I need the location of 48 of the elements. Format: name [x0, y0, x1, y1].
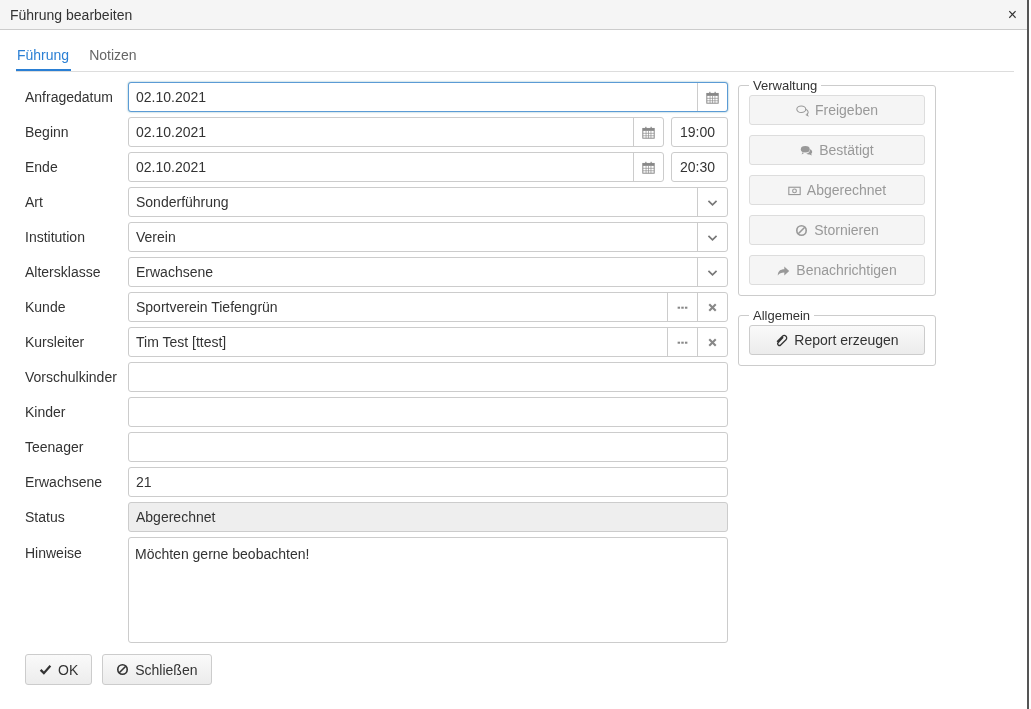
field-label: Kinder	[25, 404, 67, 420]
field-label: Altersklasse	[25, 264, 102, 280]
field-label: Teenager	[25, 439, 85, 455]
text-area[interactable]: Möchten gerne beobachten!	[128, 537, 728, 643]
field-label: Erwachsene	[25, 474, 104, 490]
dropdown-field[interactable]: Sonderführung	[128, 187, 728, 217]
footer-button[interactable]: OK	[25, 654, 93, 685]
input-field[interactable]: 21	[128, 467, 728, 497]
close-button[interactable]: ×	[1005, 5, 1019, 24]
date-field[interactable]: 02.10.2021	[128, 117, 664, 147]
calendar-icon	[642, 125, 655, 139]
speech-bubbles-icon	[800, 143, 814, 157]
tab[interactable]: Notizen	[89, 42, 137, 71]
checkmark-icon	[39, 663, 52, 676]
input-field[interactable]	[128, 397, 728, 427]
prohibited-icon	[795, 223, 809, 237]
field-label: Vorschulkinder	[25, 369, 118, 385]
dropdown-field[interactable]: Erwachsene	[128, 257, 728, 287]
field-label: Kursleiter	[25, 334, 86, 350]
group-legend: Verwaltung	[749, 78, 822, 93]
field-label: Anfragedatum	[25, 89, 114, 105]
speech-bubbles-icon	[795, 103, 809, 117]
paperclip-icon	[775, 333, 789, 347]
group-legend: Allgemein	[749, 308, 815, 323]
input-field[interactable]	[128, 432, 728, 462]
footer-button[interactable]: Schließen	[102, 654, 212, 685]
calendar-icon	[642, 160, 655, 174]
field-label: Kunde	[25, 299, 67, 315]
time-field[interactable]: 19:00	[671, 117, 728, 147]
input-field[interactable]	[128, 362, 728, 392]
field-label: Art	[25, 194, 44, 210]
lookup-field[interactable]: Sportverein Tiefengrün	[128, 292, 728, 322]
field-label: Beginn	[25, 124, 70, 140]
field-label: Hinweise	[25, 544, 83, 561]
readonly-field: Abgerechnet	[128, 502, 728, 532]
field-label: Institution	[25, 229, 86, 245]
time-field[interactable]: 20:30	[671, 152, 728, 182]
window-title: Führung bearbeiten	[10, 6, 133, 23]
calendar-icon	[706, 90, 719, 104]
action-button[interactable]: Report erzeugen	[749, 325, 925, 355]
field-label: Ende	[25, 159, 59, 175]
prohibited-icon	[116, 663, 130, 676]
date-field[interactable]: 02.10.2021	[128, 82, 728, 112]
date-field[interactable]: 02.10.2021	[128, 152, 664, 182]
lookup-field[interactable]: Tim Test [ttest]	[128, 327, 728, 357]
dropdown-field[interactable]: Verein	[128, 222, 728, 252]
field-label: Status	[25, 509, 66, 525]
tab[interactable]: Führung	[16, 42, 72, 71]
